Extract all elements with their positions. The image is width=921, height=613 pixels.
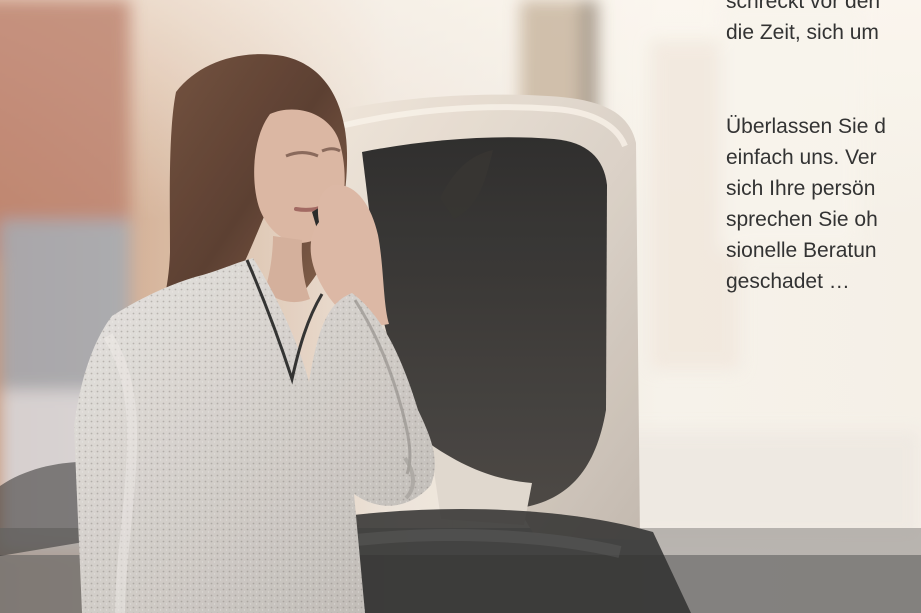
paragraph-2-line-4: sprechen Sie oh [726,208,878,231]
article-text-panel: schreckt vor den die Zeit, sich um Überl… [676,0,921,613]
paragraph-2-line-5: sionelle Beratun [726,239,877,262]
paragraph-2-line-6: geschadet … [726,270,850,293]
article-paragraph-1: schreckt vor den die Zeit, sich um [726,0,880,48]
paragraph-2-line-2: einfach uns. Ver [726,146,877,169]
paragraph-1-line-2: die Zeit, sich um [726,21,879,44]
paragraph-2-line-1: Überlassen Sie d [726,115,886,138]
paragraph-2-line-3: sich Ihre persön [726,177,876,200]
page: schreckt vor den die Zeit, sich um Überl… [0,0,921,613]
paragraph-1-line-1: schreckt vor den [726,0,881,13]
article-paragraph-2: Überlassen Sie d einfach uns. Ver sich I… [726,111,886,297]
